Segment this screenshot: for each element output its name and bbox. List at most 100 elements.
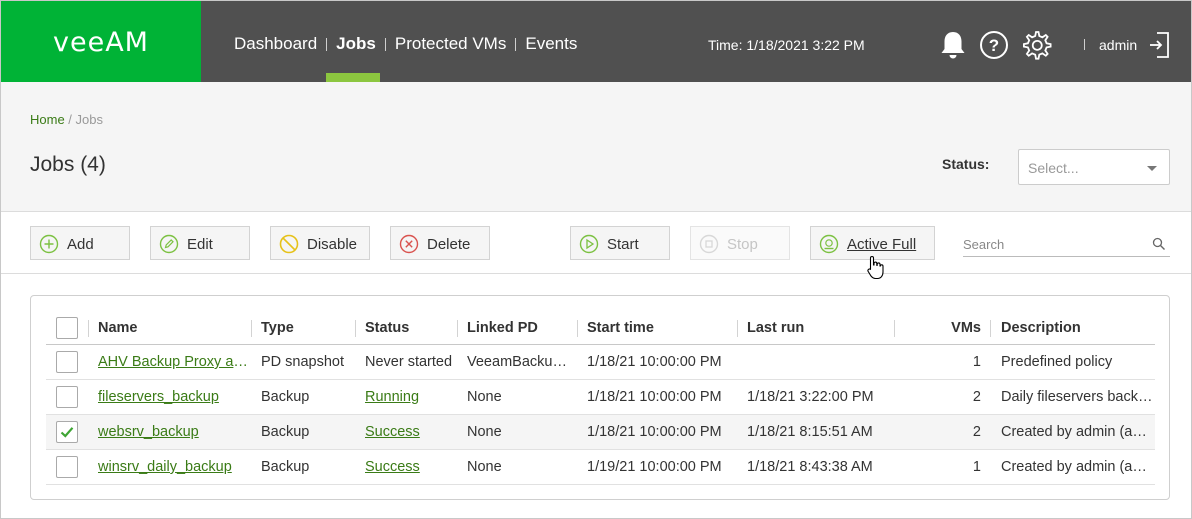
column-divider — [577, 320, 578, 337]
disable-button-label: Disable — [307, 236, 358, 253]
job-type: Backup — [261, 459, 310, 475]
breadcrumb-current: Jobs — [75, 112, 103, 127]
column-divider — [894, 320, 895, 337]
start-button-label: Start — [607, 236, 639, 253]
column-divider — [737, 320, 738, 337]
nav-dashboard[interactable]: Dashboard — [234, 34, 317, 54]
table-row[interactable]: winsrv_daily_backup Backup Success None … — [46, 450, 1155, 485]
job-type: Backup — [261, 424, 310, 440]
col-header-type[interactable]: Type — [261, 311, 351, 345]
breadcrumb-separator: / — [64, 112, 76, 127]
job-last-run — [747, 345, 892, 379]
breadcrumb: Home / Jobs — [30, 112, 103, 127]
table-row[interactable]: websrv_backup Backup Success None 1/18/2… — [46, 415, 1155, 450]
col-header-status[interactable]: Status — [365, 311, 455, 345]
play-icon — [579, 234, 599, 254]
logout-icon[interactable] — [1148, 30, 1170, 65]
column-divider — [88, 320, 89, 337]
edit-button-label: Edit — [187, 236, 213, 253]
col-header-name[interactable]: Name — [98, 311, 248, 345]
app-window: veeAM Dashboard Jobs Protected VMs Event… — [0, 0, 1192, 519]
logo: veeAM — [1, 1, 201, 82]
add-button[interactable]: Add — [30, 226, 130, 260]
checkmark-icon — [60, 427, 74, 438]
gear-icon[interactable] — [1020, 29, 1052, 66]
col-header-vms[interactable]: VMs — [904, 311, 981, 345]
job-start-time: 1/18/21 10:00:00 PM — [587, 424, 722, 440]
delete-button-label: Delete — [427, 236, 471, 253]
toolbar: Add Edit Disable Delete Start Stop Activ… — [1, 212, 1191, 274]
page-title: Jobs (4) — [30, 153, 106, 176]
job-name-link[interactable]: AHV Backup Proxy ahv-proxy — [98, 345, 250, 379]
job-start-time: 1/18/21 10:00:00 PM — [587, 389, 722, 405]
breadcrumb-home[interactable]: Home — [30, 112, 65, 127]
column-divider — [990, 320, 991, 337]
status-filter-select[interactable]: Select... — [1018, 149, 1170, 185]
job-vms: 2 — [972, 389, 981, 405]
job-name-link[interactable]: fileservers_backup — [98, 380, 250, 414]
edit-button[interactable]: Edit — [150, 226, 250, 260]
col-header-description[interactable]: Description — [1001, 311, 1151, 345]
job-name-link[interactable]: winsrv_daily_backup — [98, 450, 250, 484]
job-status-link[interactable]: Success — [365, 415, 457, 449]
nav-jobs[interactable]: Jobs — [336, 34, 376, 54]
stop-button-label: Stop — [727, 236, 758, 253]
chevron-down-icon — [1147, 166, 1157, 171]
table-header-row: Name Type Status Linked PD Start time La… — [46, 311, 1155, 345]
nav-events[interactable]: Events — [525, 34, 577, 54]
svg-text:?: ? — [989, 36, 999, 55]
row-checkbox[interactable] — [56, 386, 78, 408]
top-header: veeAM Dashboard Jobs Protected VMs Event… — [1, 1, 1191, 82]
active-full-button[interactable]: Active Full — [810, 226, 935, 260]
job-last-run: 1/18/21 3:22:00 PM — [747, 389, 874, 405]
job-vms: 1 — [972, 354, 981, 370]
delete-button[interactable]: Delete — [390, 226, 490, 260]
user-name[interactable]: admin — [1099, 37, 1137, 53]
job-description: Predefined policy — [1001, 354, 1113, 370]
status-filter-label: Status: — [942, 156, 990, 172]
nav-protected-vms[interactable]: Protected VMs — [395, 34, 507, 54]
job-vms: 2 — [972, 424, 981, 440]
job-status-link[interactable]: Success — [365, 450, 457, 484]
search-input[interactable]: Search — [963, 235, 1170, 257]
bell-icon[interactable] — [939, 30, 967, 65]
table-row[interactable]: AHV Backup Proxy ahv-proxy PD snapshot N… — [46, 345, 1155, 380]
job-linked-pd: VeeamBackupPD — [467, 354, 573, 370]
job-type: PD snapshot — [261, 354, 345, 370]
disable-icon — [279, 234, 299, 254]
job-name-link[interactable]: websrv_backup — [98, 415, 250, 449]
nav-divider — [515, 37, 517, 51]
active-full-icon — [819, 234, 839, 254]
veeam-logo-text: veeAM — [53, 27, 149, 58]
nav-divider — [326, 37, 328, 51]
job-type: Backup — [261, 389, 310, 405]
row-checkbox[interactable] — [56, 351, 78, 373]
row-checkbox[interactable] — [56, 421, 78, 443]
table-row[interactable]: fileservers_backup Backup Running None 1… — [46, 380, 1155, 415]
column-divider — [355, 320, 356, 337]
column-divider — [251, 320, 252, 337]
select-all-checkbox[interactable] — [56, 317, 78, 339]
job-last-run: 1/18/21 8:43:38 AM — [747, 459, 873, 475]
help-icon[interactable]: ? — [979, 30, 1009, 65]
page-header: Home / Jobs Jobs (4) Status: Select... — [1, 82, 1191, 212]
status-filter-placeholder: Select... — [1028, 160, 1079, 176]
search-icon — [1152, 237, 1165, 250]
stop-icon — [699, 234, 719, 254]
nav-divider — [384, 37, 386, 51]
col-header-linked-pd[interactable]: Linked PD — [467, 311, 577, 345]
job-description: Created by admin (ahv-proxy) — [1001, 459, 1153, 475]
job-status-link[interactable]: Running — [365, 380, 457, 414]
col-header-start-time[interactable]: Start time — [587, 311, 727, 345]
stop-button[interactable]: Stop — [690, 226, 790, 260]
start-button[interactable]: Start — [570, 226, 670, 260]
col-header-last-run[interactable]: Last run — [747, 311, 887, 345]
job-last-run: 1/18/21 8:15:51 AM — [747, 424, 873, 440]
job-linked-pd: None — [467, 459, 502, 475]
column-divider — [457, 320, 458, 337]
disable-button[interactable]: Disable — [270, 226, 370, 260]
edit-icon — [159, 234, 179, 254]
job-description: Created by admin (ahv-proxy) — [1001, 424, 1153, 440]
row-checkbox[interactable] — [56, 456, 78, 478]
job-start-time: 1/18/21 10:00:00 PM — [587, 354, 722, 370]
